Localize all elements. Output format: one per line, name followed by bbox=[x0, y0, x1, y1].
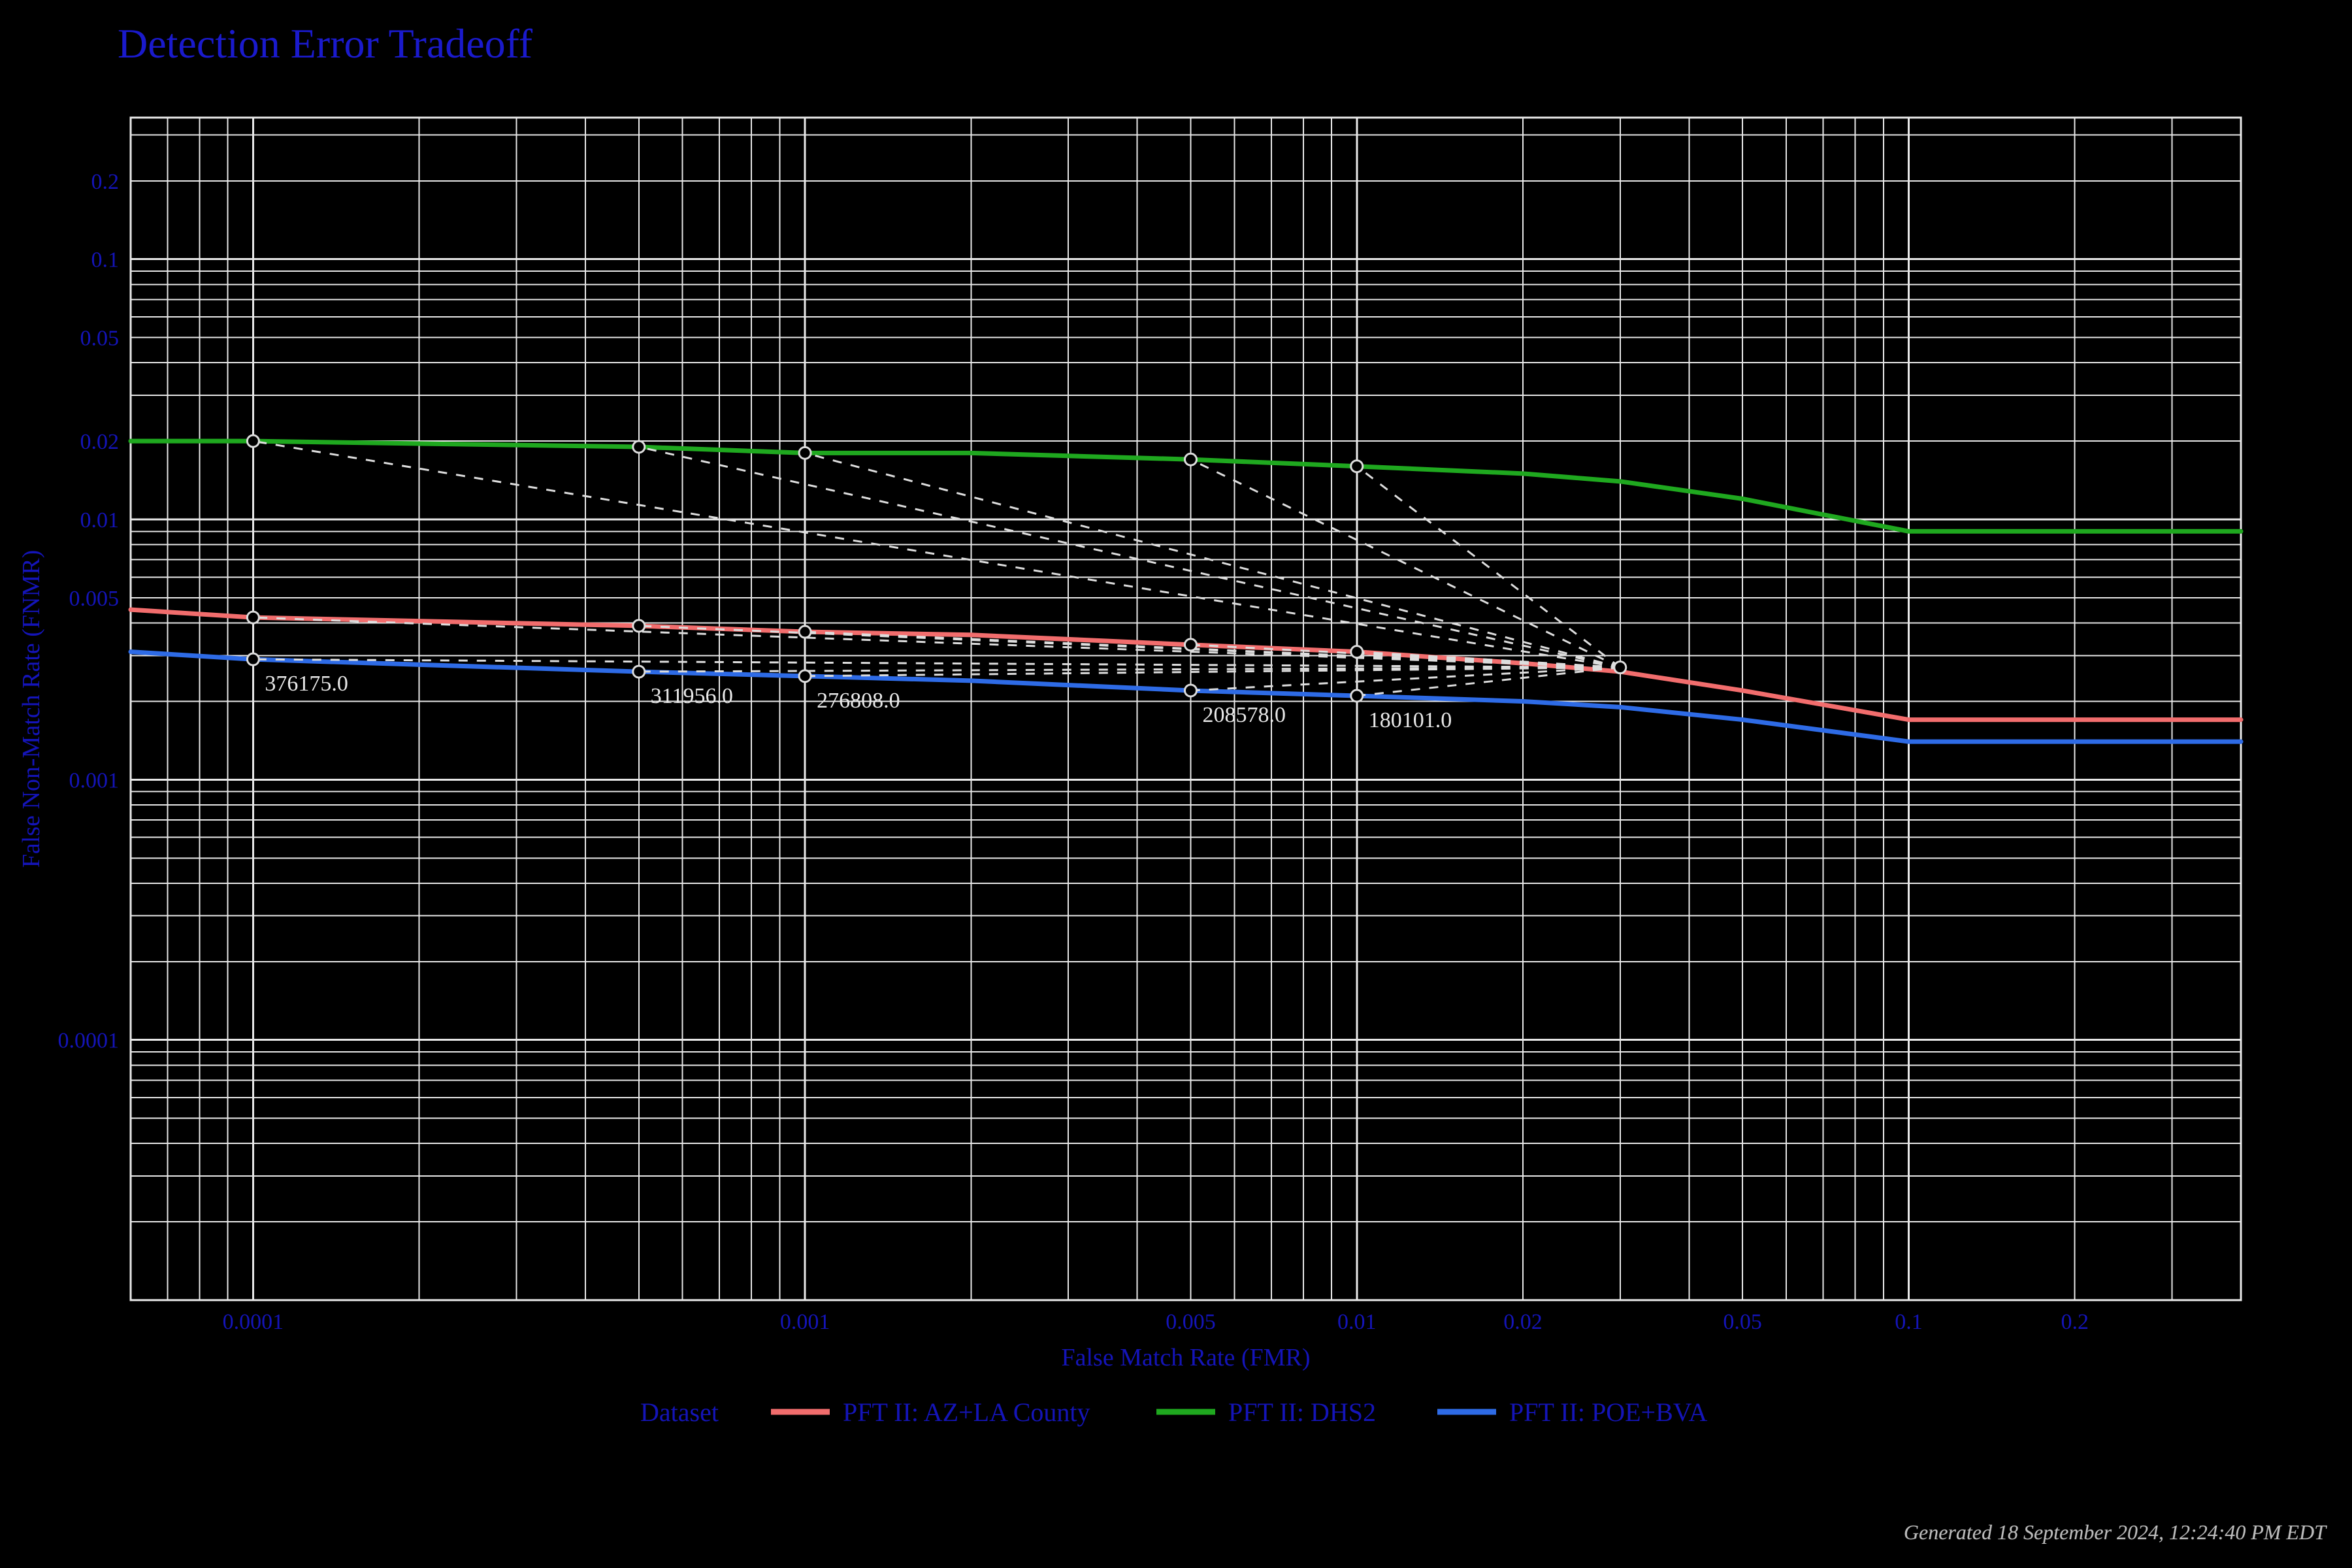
threshold-point bbox=[633, 666, 645, 678]
threshold-point bbox=[633, 441, 645, 453]
legend-title: Dataset bbox=[640, 1397, 719, 1427]
threshold-label: 376175.0 bbox=[265, 672, 348, 696]
threshold-point bbox=[799, 447, 811, 459]
legend-item-label: PFT II: AZ+LA County bbox=[843, 1397, 1090, 1427]
generated-timestamp: Generated 18 September 2024, 12:24:40 PM… bbox=[1904, 1520, 2326, 1544]
y-tick-label: 0.02 bbox=[80, 430, 120, 454]
threshold-point bbox=[1351, 461, 1363, 472]
y-tick-label: 0.1 bbox=[91, 248, 120, 272]
legend-item-label: PFT II: POE+BVA bbox=[1509, 1397, 1707, 1427]
threshold-connector bbox=[253, 617, 1620, 667]
x-tick-label: 0.2 bbox=[2061, 1310, 2089, 1334]
threshold-connector bbox=[1190, 668, 1620, 691]
x-tick-label: 0.0001 bbox=[223, 1310, 284, 1334]
y-axis-label: False Non-Match Rate (FNMR) bbox=[18, 550, 45, 868]
legend-item-label: PFT II: DHS2 bbox=[1228, 1397, 1376, 1427]
series-line bbox=[131, 441, 2241, 531]
x-axis-label: False Match Rate (FMR) bbox=[1061, 1344, 1310, 1371]
chart-title: Detection Error Tradeoff bbox=[118, 20, 532, 68]
threshold-connector bbox=[1357, 668, 1620, 696]
threshold-connector bbox=[1190, 459, 1620, 667]
threshold-point bbox=[1184, 685, 1196, 696]
x-tick-label: 0.005 bbox=[1166, 1310, 1216, 1334]
threshold-point bbox=[1184, 453, 1196, 465]
threshold-point bbox=[799, 626, 811, 638]
threshold-label: 208578.0 bbox=[1202, 703, 1286, 727]
y-tick-label: 0.01 bbox=[80, 508, 120, 532]
x-tick-label: 0.05 bbox=[1723, 1310, 1762, 1334]
threshold-point bbox=[1184, 639, 1196, 651]
threshold-point bbox=[247, 653, 259, 665]
threshold-point bbox=[799, 670, 811, 682]
threshold-point bbox=[247, 435, 259, 447]
threshold-connector bbox=[639, 447, 1620, 668]
x-tick-label: 0.01 bbox=[1337, 1310, 1377, 1334]
threshold-point bbox=[1614, 662, 1626, 674]
threshold-point bbox=[1351, 646, 1363, 658]
threshold-point bbox=[633, 620, 645, 632]
threshold-label: 276808.0 bbox=[817, 689, 900, 713]
x-tick-label: 0.001 bbox=[780, 1310, 830, 1334]
threshold-label: 180101.0 bbox=[1369, 708, 1452, 732]
series-line bbox=[131, 652, 2241, 742]
det-chart: 0.0001 0.001 0.005 0.01 0.02 0.05 0.1 0.2 0.0001… bbox=[0, 0, 2352, 1568]
y-tick-label: 0.0001 bbox=[58, 1029, 120, 1053]
y-tick-label: 0.005 bbox=[69, 587, 120, 611]
y-tick-label: 0.05 bbox=[80, 327, 120, 351]
threshold-label: 311956.0 bbox=[651, 684, 733, 708]
x-tick-label: 0.1 bbox=[1895, 1310, 1923, 1334]
x-tick-label: 0.02 bbox=[1503, 1310, 1543, 1334]
y-tick-label: 0.001 bbox=[69, 768, 120, 792]
threshold-point bbox=[1351, 690, 1363, 702]
y-tick-label: 0.2 bbox=[91, 170, 120, 194]
threshold-point bbox=[247, 612, 259, 623]
